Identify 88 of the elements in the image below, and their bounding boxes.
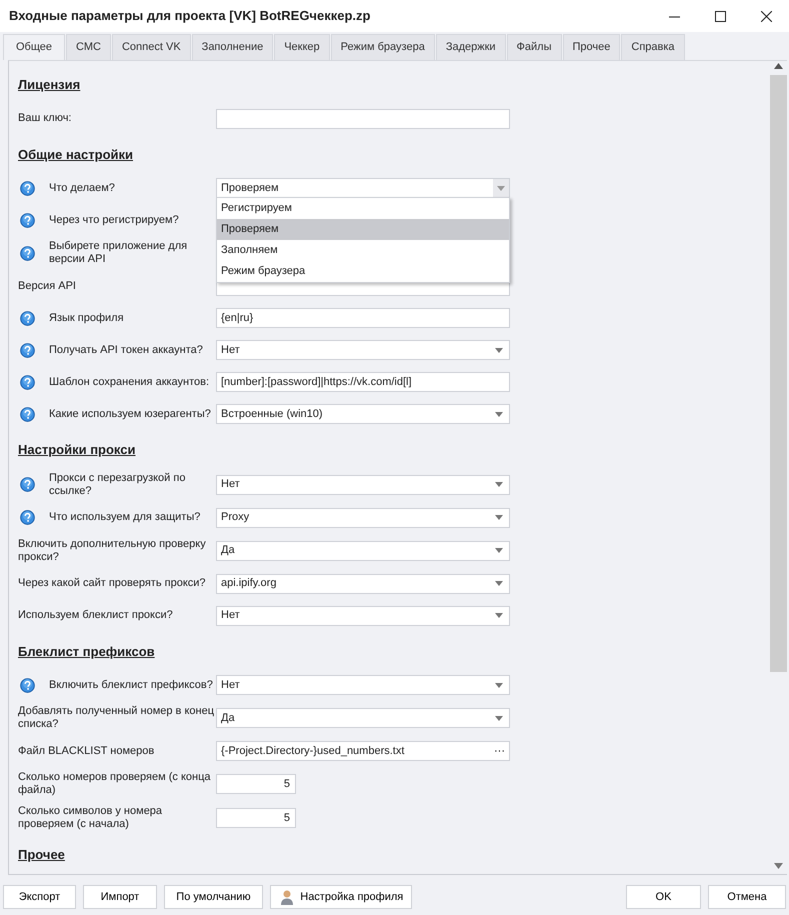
dropdown-option[interactable]: Заполняем: [217, 240, 509, 261]
field-label: Язык профиля: [49, 312, 124, 324]
tab[interactable]: Файлы: [506, 34, 562, 60]
dropdown[interactable]: Встроенные (win10): [216, 404, 510, 424]
field-label: Прокси с перезагрузкой по ссылке?: [49, 472, 186, 498]
help-icon[interactable]: [20, 342, 35, 358]
help-icon[interactable]: [20, 246, 35, 260]
text-field[interactable]: [number]:[password]|https://vk.com/id[l]: [216, 372, 510, 392]
section-heading: Общие настройки: [18, 146, 133, 164]
help-icon[interactable]: [20, 477, 35, 492]
window-title: Входные параметры для проекта [VK] BotREGчеккер.zp: [9, 7, 370, 26]
help-icon[interactable]: [20, 310, 35, 326]
tab[interactable]: СМС: [66, 34, 111, 60]
field-label: Сколько символов у номера проверяем (с начала): [18, 805, 164, 831]
caret-icon[interactable]: [495, 581, 503, 586]
dialog-button[interactable]: Экспорт: [3, 885, 76, 909]
field-label: Добавлять полученный номер в конец списка?: [18, 705, 215, 731]
dropdown[interactable]: Нет: [216, 474, 510, 494]
field-label: Версия API: [18, 280, 76, 292]
field-label: Через что регистрируем?: [49, 214, 179, 226]
tab[interactable]: Общее: [3, 34, 66, 60]
dialog-button[interactable]: OK: [626, 885, 701, 909]
dropdown[interactable]: Да: [216, 708, 510, 728]
field-label: Через какой сайт проверять прокси?: [18, 577, 206, 590]
field-label: Выбирете приложение для версии API: [49, 240, 188, 266]
dropdown[interactable]: Нет: [216, 675, 510, 695]
tab[interactable]: Прочее: [562, 34, 620, 60]
dialog-button[interactable]: По умолчанию: [164, 885, 263, 909]
caret-icon[interactable]: [495, 515, 503, 520]
section-heading: Прочее: [18, 846, 65, 864]
section-heading: Блеклист префиксов: [18, 642, 155, 661]
dropdown-option[interactable]: Проверяем: [217, 219, 509, 240]
file-field[interactable]: {-Project.Directory-}used_numbers.txt ···: [216, 741, 510, 761]
section-heading: Настройки прокси: [18, 441, 136, 459]
caret-icon[interactable]: [495, 482, 503, 487]
caret-icon: [497, 186, 505, 190]
caret-icon[interactable]: [495, 412, 503, 416]
field-label: Какие используем юзерагенты?: [49, 408, 211, 420]
help-icon[interactable]: [20, 374, 35, 390]
caret-icon[interactable]: [495, 613, 503, 618]
caret-icon[interactable]: [495, 716, 503, 720]
field-label: Ваш ключ:: [18, 112, 72, 125]
field-label: Получать API токен аккаунта?: [49, 344, 203, 356]
dialog-button[interactable]: Отмена: [708, 885, 786, 909]
field-label: Включить блеклист префиксов?: [49, 678, 213, 692]
dropdown[interactable]: Proxy: [216, 508, 510, 528]
tab[interactable]: Connect VK: [112, 34, 191, 60]
help-icon[interactable]: [20, 212, 35, 228]
number-field[interactable]: 5: [216, 808, 296, 828]
text-field[interactable]: [216, 108, 510, 128]
dropdown[interactable]: api.ipify.org: [216, 574, 510, 594]
help-icon[interactable]: [20, 406, 35, 422]
scroll-down-icon[interactable]: [774, 862, 783, 868]
tab[interactable]: Чеккер: [274, 34, 330, 60]
field-label: Используем блеклист прокси?: [18, 609, 173, 622]
close-icon: [760, 10, 772, 22]
help-icon[interactable]: [20, 678, 35, 692]
tab[interactable]: Справка: [621, 34, 685, 60]
caret-icon[interactable]: [495, 548, 503, 553]
dropdown-toggle-button[interactable]: [493, 179, 509, 197]
caret-icon[interactable]: [495, 682, 503, 688]
section-heading: Лицензия: [18, 76, 80, 94]
help-icon[interactable]: [20, 180, 35, 196]
field-label: Файл BLACKLIST номеров: [18, 744, 154, 758]
dropdown[interactable]: Проверяем: [216, 178, 510, 198]
tab[interactable]: Задержки: [436, 34, 506, 60]
field-label: Что делаем?: [49, 182, 115, 194]
dropdown[interactable]: Да: [216, 540, 510, 560]
browse-button[interactable]: ···: [494, 746, 505, 756]
dropdown-option[interactable]: Режим браузера: [217, 261, 509, 282]
field-label: Включить дополнительную проверку прокси?: [18, 538, 207, 564]
dialog-button[interactable]: Импорт: [83, 885, 157, 909]
maximize-icon: [714, 10, 726, 22]
number-field[interactable]: 5: [216, 774, 296, 794]
dropdown-option[interactable]: Регистрируем: [217, 198, 509, 219]
field-label: Сколько номеров проверяем (с конца файла): [18, 771, 212, 797]
tab[interactable]: Заполнение: [192, 34, 274, 60]
help-icon[interactable]: [20, 510, 35, 525]
scroll-up-icon[interactable]: [774, 63, 783, 69]
caret-icon[interactable]: [495, 348, 503, 352]
scrollbar-thumb[interactable]: [770, 74, 787, 672]
dropdown[interactable]: Нет: [216, 606, 510, 626]
field-label: Что используем для защиты?: [49, 511, 200, 524]
dialog-button[interactable]: Настройка профиля: [270, 885, 412, 909]
text-field[interactable]: {en|ru}: [216, 308, 510, 328]
tab[interactable]: Режим браузера: [330, 34, 435, 60]
dropdown[interactable]: Нет: [216, 340, 510, 360]
field-label: Шаблон сохранения аккаунтов:: [49, 376, 210, 388]
